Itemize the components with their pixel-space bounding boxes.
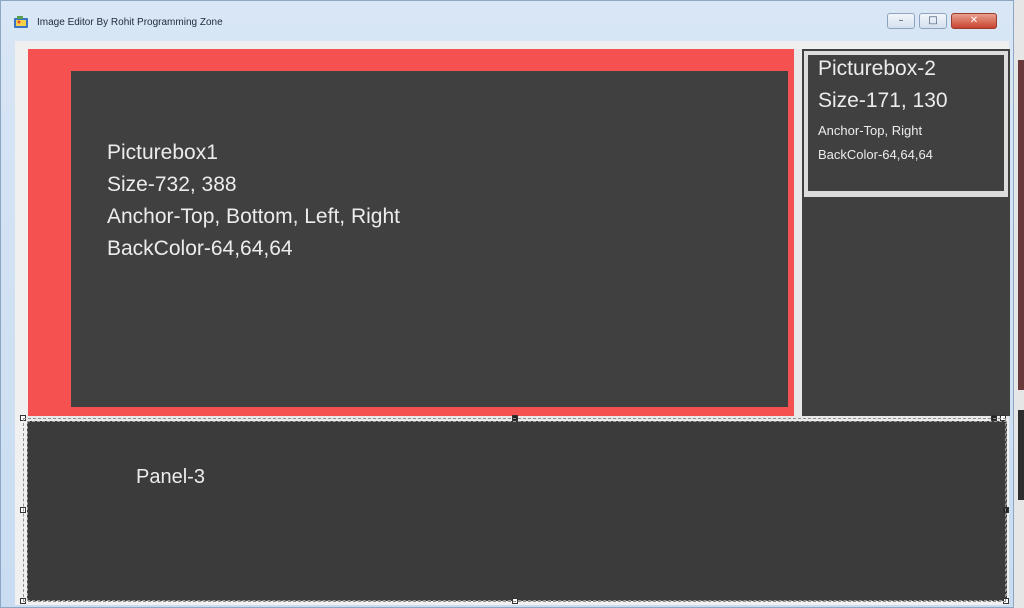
resize-handle-left[interactable] (20, 507, 26, 513)
picturebox2-anchor: Anchor-Top, Right (818, 123, 923, 138)
resize-handle-bottom-left[interactable] (20, 598, 26, 604)
picturebox2-backcolor: BackColor-64,64,64 (818, 147, 933, 162)
title-bar[interactable]: Image Editor By Rohit Programming Zone –… (1, 1, 1013, 39)
background-window-edge (1018, 60, 1024, 390)
picturebox1-size: Size-732, 388 (107, 173, 237, 196)
maximize-icon: □ (928, 15, 938, 26)
minimize-icon: – (898, 15, 904, 26)
window-title: Image Editor By Rohit Programming Zone (37, 17, 223, 28)
picturebox1-backcolor: BackColor-64,64,64 (107, 237, 293, 260)
main-window: Image Editor By Rohit Programming Zone –… (0, 0, 1014, 608)
picturebox2-border: Picturebox-2 Size-171, 130 Anchor-Top, R… (804, 51, 1008, 197)
resize-handle-bottom-right[interactable] (1003, 598, 1009, 604)
screenshot-stage: Image Editor By Rohit Programming Zone –… (0, 0, 1024, 608)
picturebox2[interactable]: Picturebox-2 Size-171, 130 Anchor-Top, R… (808, 55, 1004, 191)
background-window-edge (1018, 410, 1024, 500)
picturebox1-info: Picturebox1 Size-732, 388 Anchor-Top, Bo… (107, 137, 400, 265)
close-icon: ✕ (969, 15, 979, 26)
picturebox1[interactable]: Picturebox1 Size-732, 388 Anchor-Top, Bo… (71, 71, 788, 407)
panel3[interactable]: Panel-3 (27, 421, 1007, 601)
picturebox1-name: Picturebox1 (107, 141, 218, 164)
minimize-button[interactable]: – (887, 13, 915, 29)
resize-handle-right[interactable] (1003, 507, 1009, 513)
picturebox1-border: Picturebox1 Size-732, 388 Anchor-Top, Bo… (28, 49, 797, 419)
close-button[interactable]: ✕ (951, 13, 997, 29)
picturebox1-anchor: Anchor-Top, Bottom, Left, Right (107, 205, 400, 228)
resize-handle-top[interactable] (512, 415, 518, 421)
maximize-button[interactable]: □ (919, 13, 947, 29)
resize-handle-top-right-outer[interactable] (1000, 415, 1006, 421)
picturebox2-name: Picturebox-2 (818, 57, 936, 80)
app-icon (14, 16, 28, 28)
panel3-label: Panel-3 (136, 466, 205, 488)
resize-handle-top-left[interactable] (20, 415, 26, 421)
picturebox2-size: Size-171, 130 (818, 89, 948, 112)
resize-handle-top-right[interactable] (991, 415, 997, 421)
resize-handle-bottom[interactable] (512, 598, 518, 604)
background-window-strip (1014, 0, 1024, 608)
right-panel-edge (794, 49, 802, 416)
form-client-area: Picturebox1 Size-732, 388 Anchor-Top, Bo… (15, 41, 1010, 605)
